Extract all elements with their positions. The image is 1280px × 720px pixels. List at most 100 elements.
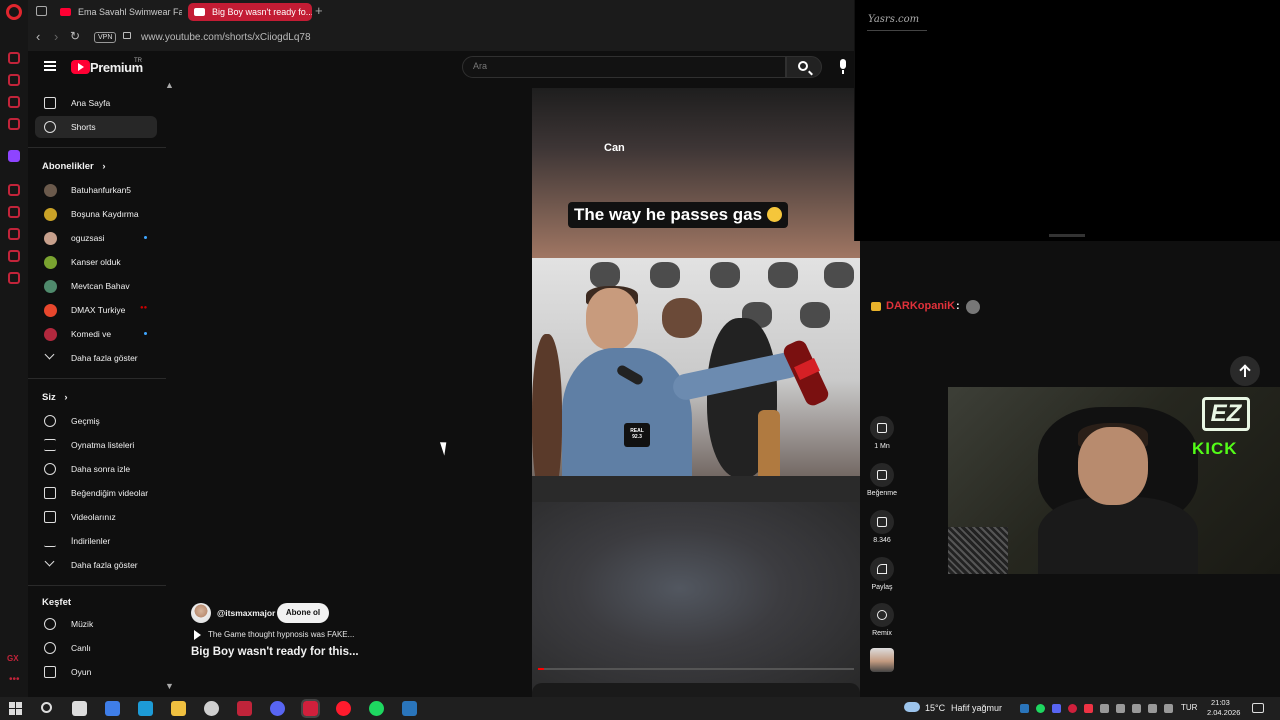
security-tray-icon[interactable] [1116,704,1125,713]
remix-button[interactable]: Remix [869,603,895,637]
next-short-preview[interactable] [532,683,860,697]
sidebar-item-music[interactable]: Müzik [35,613,157,635]
blurred-background-top [532,88,860,258]
steam-icon[interactable] [402,701,417,716]
hamburger-menu-icon[interactable] [44,61,56,71]
url-field[interactable]: www.youtube.com/shorts/xCiiogdLq78 [141,32,311,43]
new-tab-button[interactable]: + [315,3,323,18]
subscribe-button[interactable]: Abone ol [277,603,329,623]
tab-menu-icon[interactable] [36,6,47,16]
copilot-icon[interactable] [105,701,120,716]
windows-start-icon[interactable] [9,702,22,715]
sidebar-item-liked[interactable]: Beğendiğim videolar [35,482,157,504]
obs-icon[interactable] [204,701,219,716]
microphone-tray-icon[interactable] [1132,704,1141,713]
sidebar-item-gaming[interactable]: Oyun [35,661,157,683]
scroll-down-icon[interactable]: ▼ [165,681,174,691]
like-button[interactable]: 1 Mn [869,416,895,450]
steam-tray-icon[interactable] [1020,704,1029,713]
twitch-icon[interactable] [8,150,20,162]
history-rail-icon[interactable] [8,228,20,240]
bookmarks-icon[interactable] [8,74,20,86]
sidebar-item-sub-3[interactable]: Kanser olduk [35,251,157,273]
youtube-logo-icon[interactable] [71,60,90,74]
discord-icon[interactable] [270,701,285,716]
tab-big-boy[interactable]: Big Boy wasn't ready fo... [188,3,312,21]
opera-icon[interactable] [336,701,351,716]
forward-icon[interactable]: › [54,29,58,44]
sidebar-item-sub-1[interactable]: Boşuna Kaydırma [35,203,157,225]
messenger-icon[interactable] [8,96,20,108]
more-dots-icon[interactable]: ••• [9,674,20,685]
discord-tray-icon[interactable] [1052,704,1061,713]
shorts-player[interactable]: REAL 92.3 Can The way he passes gas [532,88,860,694]
sidebar-item-playlists[interactable]: Oynatma listeleri [35,434,157,456]
sidebar-item-home[interactable]: Ana Sayfa [35,92,157,114]
sidebar-item-sub-2[interactable]: oguzsasi [35,227,157,249]
weather-cloud-icon[interactable] [904,702,920,712]
sidebar-item-sub-5[interactable]: DMAX Turkiye ●● [35,299,157,321]
search-input[interactable] [473,61,763,71]
sidebar-item-watch-later[interactable]: Daha sonra izle [35,458,157,480]
weather-temperature[interactable]: 15°C [925,703,945,713]
taskbar-search-icon[interactable] [41,702,52,713]
opera-gx-icon[interactable] [301,699,320,718]
sidebar-item-sub-6[interactable]: Komedi ve [35,323,157,345]
voicemod-icon[interactable] [237,701,252,716]
music-player-icon[interactable] [8,184,20,196]
scroll-up-icon[interactable]: ▲ [165,80,174,90]
wifi-icon[interactable] [1148,704,1157,713]
network-tray-icon[interactable] [1100,704,1109,713]
vpn-badge[interactable]: VPN [94,32,117,43]
opera-tray-icon[interactable] [1068,704,1077,713]
opera-logo-icon[interactable] [6,4,22,20]
lock-icon[interactable] [123,32,131,39]
source-video-link[interactable]: The Game thought hypnosis was FAKE... [208,630,354,639]
sidebar-item-sub-4[interactable]: Mevtcan Bahav [35,275,157,297]
volume-icon[interactable] [1164,704,1173,713]
sidebar-item-downloads[interactable]: İndirilenler [35,530,157,552]
speed-dial-icon[interactable] [8,52,20,64]
sidebar-item-show-more-you[interactable]: Daha fazla göster [35,554,157,576]
sidebar-item-live[interactable]: Canlı [35,637,157,659]
scroll-to-top-button[interactable] [1230,356,1260,386]
spotify-tray-icon[interactable] [1036,704,1045,713]
share-button[interactable]: Paylaş [869,557,895,591]
weather-condition[interactable]: Hafif yağmur [951,703,1002,713]
you-header[interactable]: Siz › [42,392,68,403]
sidebar-item-your-videos[interactable]: Videolarınız [35,506,157,528]
back-icon[interactable]: ‹ [36,29,40,44]
input-language[interactable]: TUR [1181,703,1197,712]
region-label: TR [134,58,142,64]
task-view-icon[interactable] [72,701,87,716]
clock-time[interactable]: 21:03 [1211,698,1230,707]
wall-logo [590,262,620,288]
reload-icon[interactable]: ↻ [70,29,80,43]
dislike-button[interactable]: Beğenme [867,463,897,497]
search-button[interactable] [786,56,822,78]
subscriptions-header[interactable]: Abonelikler › [42,161,106,172]
sidebar-item-sub-0[interactable]: Batuhanfurkan5 [35,179,157,201]
voice-search-icon[interactable] [836,59,850,75]
channel-handle[interactable]: @itsmaxmajor [217,608,275,618]
file-explorer-icon[interactable] [171,701,186,716]
sidebar-item-shorts[interactable]: Shorts [35,116,157,138]
downloads-rail-icon[interactable] [8,250,20,262]
channel-avatar-small[interactable] [191,603,211,623]
notifications-icon[interactable] [1252,703,1264,713]
edge-icon[interactable] [138,701,153,716]
sidebar-item-show-more-subs[interactable]: Daha fazla göster [35,347,157,369]
app-tray-icon[interactable] [1084,704,1093,713]
sidebar-item-history[interactable]: Geçmiş [35,410,157,432]
spotify-icon[interactable] [369,701,384,716]
tab-ema-savahl[interactable]: Ema Savahl Swimwear Fa... [54,3,182,21]
settings-icon[interactable] [8,272,20,284]
streamer-webcam: EZ KICK [948,387,1280,574]
workspace-icon[interactable] [8,118,20,130]
pinboard-icon[interactable] [8,206,20,218]
short-title[interactable]: Big Boy wasn't ready for this... [191,646,359,658]
progress-bar[interactable] [538,668,854,670]
comments-button[interactable]: 8.346 [869,510,895,544]
clock-date[interactable]: 2.04.2026 [1207,708,1240,717]
channel-avatar[interactable] [870,648,894,672]
